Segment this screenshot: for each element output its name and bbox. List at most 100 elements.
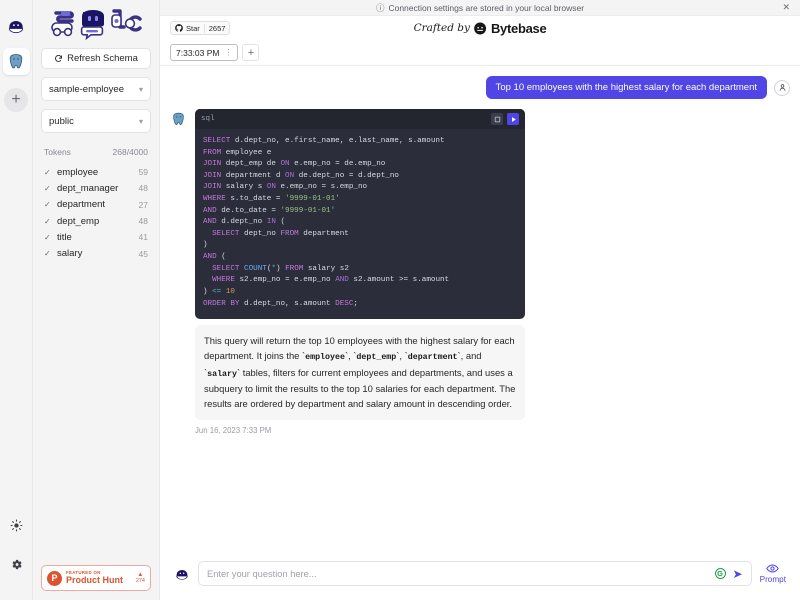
table-list: ✓ employee 59 ✓ dept_manager 48 ✓ depart… <box>41 164 151 262</box>
check-icon: ✓ <box>44 168 51 177</box>
theme-toggle-icon[interactable] <box>3 512 30 539</box>
table-row[interactable]: ✓ dept_emp 48 <box>41 213 151 229</box>
assistant-message-row: sql <box>170 109 790 435</box>
check-icon: ✓ <box>44 200 51 209</box>
explanation-table-1: employee <box>305 353 345 362</box>
chevron-down-icon: ▾ <box>139 117 143 126</box>
table-row[interactable]: ✓ salary 45 <box>41 245 151 261</box>
close-icon[interactable]: ✕ <box>782 2 790 13</box>
table-row[interactable]: ✓ department 27 <box>41 197 151 213</box>
chevron-down-icon: ▾ <box>139 85 143 94</box>
table-count: 48 <box>139 216 148 226</box>
composer-bar: G ➤ Prompt <box>160 555 800 600</box>
check-icon: ✓ <box>44 249 51 258</box>
new-tab-label: + <box>248 47 254 59</box>
copy-icon[interactable] <box>491 113 503 125</box>
bytebase-brand: Bytebase <box>491 21 546 36</box>
question-input[interactable] <box>207 569 708 579</box>
table-name: dept_emp <box>57 216 133 227</box>
table-count: 48 <box>139 183 148 193</box>
table-name: employee <box>57 167 133 178</box>
table-count: 45 <box>139 249 148 259</box>
sql-code-block: sql <box>195 109 525 319</box>
user-message-row: Top 10 employees with the highest salary… <box>170 76 790 99</box>
github-star-button[interactable]: Star 2657 <box>170 21 230 35</box>
add-connection-label: + <box>11 92 20 108</box>
github-icon <box>175 24 183 32</box>
settings-icon[interactable] <box>3 551 30 578</box>
tokens-row: Tokens 268/4000 <box>41 147 151 157</box>
explanation-part-3: , <box>399 350 404 361</box>
eye-icon <box>766 563 779 574</box>
table-name: department <box>57 199 133 210</box>
product-hunt-votes: ▲ 274 <box>136 572 145 584</box>
tab-session-label: 7:33:03 PM <box>176 48 219 58</box>
schema-select-value: public <box>49 116 74 127</box>
main-panel: ⓘ Connection settings are stored in your… <box>160 0 800 600</box>
table-name: dept_manager <box>57 183 133 194</box>
rail-bottom-actions <box>3 512 30 600</box>
explanation-part-2: , <box>348 350 353 361</box>
github-star-label: Star <box>186 24 200 33</box>
schema-select[interactable]: public ▾ <box>41 109 151 133</box>
app-root: + <box>0 0 800 600</box>
top-bar: Star 2657 Crafted by Bytebase <box>160 16 800 40</box>
sql-chat-logo <box>41 0 151 44</box>
tab-session[interactable]: 7:33:03 PM ⋮ <box>170 44 238 61</box>
code-block-actions <box>491 113 519 125</box>
add-connection-button[interactable]: + <box>4 88 28 112</box>
prompt-button[interactable]: Prompt <box>760 563 786 584</box>
crafted-by-label: Crafted by <box>414 22 470 34</box>
user-message-bubble: Top 10 employees with the highest salary… <box>486 76 767 99</box>
code-language-label: sql <box>201 115 215 123</box>
assistant-content: sql <box>195 109 525 435</box>
table-row[interactable]: ✓ dept_manager 48 <box>41 180 151 196</box>
table-count: 59 <box>139 167 148 177</box>
table-row[interactable]: ✓ title 41 <box>41 229 151 245</box>
code-block-header: sql <box>195 109 525 129</box>
user-avatar <box>774 80 790 96</box>
explanation-part-5: tables, filters for current employees an… <box>204 367 515 410</box>
explanation-table-2: dept_emp <box>356 353 396 362</box>
check-icon: ✓ <box>44 217 51 226</box>
schema-sidebar: Refresh Schema sample-employee ▾ public … <box>33 0 160 600</box>
explanation-part-4: , and <box>461 350 482 361</box>
table-count: 41 <box>139 232 148 242</box>
message-timestamp: Jun 16, 2023 7:33 PM <box>195 426 525 435</box>
send-icon[interactable]: ➤ <box>733 568 743 580</box>
assistant-avatar <box>170 111 187 128</box>
prompt-label: Prompt <box>760 575 786 584</box>
tab-menu-icon[interactable]: ⋮ <box>224 48 232 57</box>
play-icon[interactable] <box>507 113 519 125</box>
mysql-connection-icon[interactable] <box>3 12 30 39</box>
crafted-by: Crafted by Bytebase <box>414 21 547 36</box>
person-icon <box>778 83 787 92</box>
table-count: 27 <box>139 200 148 210</box>
table-row[interactable]: ✓ employee 59 <box>41 164 151 180</box>
check-icon: ✓ <box>44 233 51 242</box>
chat-area: Top 10 employees with the highest salary… <box>160 66 800 555</box>
sql-code-content[interactable]: SELECT d.dept_no, e.first_name, e.last_n… <box>195 129 525 319</box>
database-select-value: sample-employee <box>49 84 124 95</box>
postgres-connection-icon[interactable] <box>3 48 30 75</box>
product-hunt-icon: P <box>47 571 62 586</box>
database-select[interactable]: sample-employee ▾ <box>41 77 151 101</box>
mysql-avatar-icon <box>174 566 190 582</box>
table-name: salary <box>57 248 133 259</box>
connection-rail: + <box>0 0 33 600</box>
check-icon: ✓ <box>44 184 51 193</box>
connection-notice: ⓘ Connection settings are stored in your… <box>160 0 800 16</box>
product-hunt-text: FEATURED ON Product Hunt <box>66 571 123 585</box>
table-name: title <box>57 232 133 243</box>
question-input-wrapper[interactable]: G ➤ <box>198 561 752 586</box>
refresh-schema-label: Refresh Schema <box>67 53 138 64</box>
github-star-count: 2657 <box>204 24 226 33</box>
composer-avatar <box>174 566 190 582</box>
product-hunt-badge[interactable]: P FEATURED ON Product Hunt ▲ 274 <box>41 565 151 591</box>
grammarly-icon[interactable]: G <box>715 568 726 579</box>
refresh-schema-button[interactable]: Refresh Schema <box>41 48 151 69</box>
tokens-label: Tokens <box>44 147 71 157</box>
info-icon: ⓘ <box>376 2 385 14</box>
new-tab-button[interactable]: + <box>242 44 259 61</box>
connection-notice-text: Connection settings are stored in your l… <box>388 3 584 13</box>
